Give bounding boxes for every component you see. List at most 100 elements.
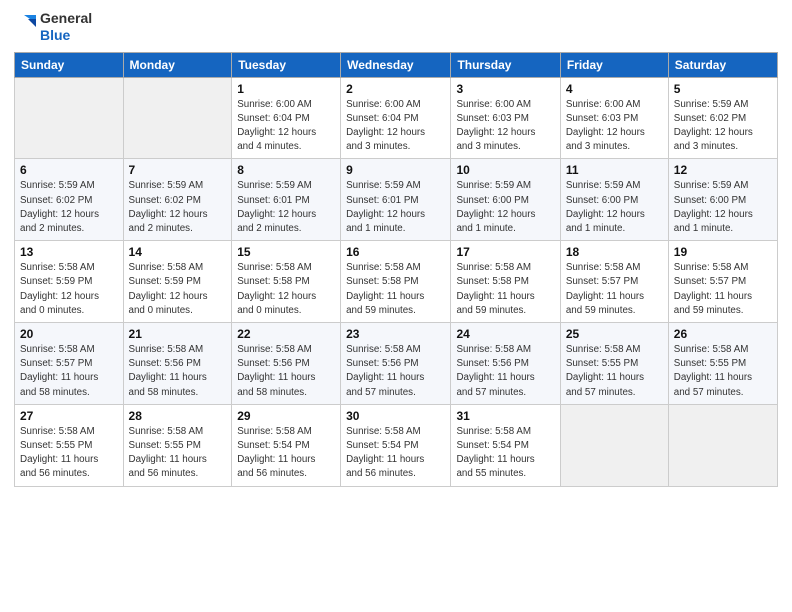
day-number: 14 [129,245,227,259]
logo-text: General Blue [40,10,92,44]
day-cell: 17Sunrise: 5:58 AM Sunset: 5:58 PM Dayli… [451,241,560,323]
day-number: 3 [456,82,554,96]
day-number: 4 [566,82,663,96]
day-info: Sunrise: 5:59 AM Sunset: 6:02 PM Dayligh… [20,179,118,236]
calendar-table: SundayMondayTuesdayWednesdayThursdayFrid… [14,52,778,487]
day-cell: 21 Sunrise: 5:58 AM Sunset: 5:56 PM Dayli… [123,323,232,405]
day-number: 29 [237,409,335,423]
day-number: 30 [346,409,445,423]
day-info: Sunrise: 5:58 AM Sunset: 5:57 PM Dayligh… [566,261,663,318]
day-cell: 2 Sunrise: 6:00 AM Sunset: 6:04 PM Daylig… [341,77,451,159]
header: General Blue [14,10,778,44]
day-info: Sunrise: 5:58 AM Sunset: 5:56 PM Dayligh… [237,343,335,400]
day-cell: 14 Sunrise: 5:58 AM Sunset: 5:59 PM Dayli… [123,241,232,323]
day-cell [560,404,668,486]
day-number: 19 [674,245,772,259]
day-number: 17 [456,245,554,259]
day-number: 10 [456,163,554,177]
day-info: Sunrise: 5:58 AM Sunset: 5:56 PM Dayligh… [129,343,227,400]
day-info: Sunrise: 5:59 AM Sunset: 6:02 PM Dayligh… [674,98,772,155]
day-cell: 15 Sunrise: 5:58 AM Sunset: 5:58 PM Dayli… [232,241,341,323]
day-number: 15 [237,245,335,259]
day-cell: 4 Sunrise: 6:00 AM Sunset: 6:03 PM Daylig… [560,77,668,159]
day-info: Sunrise: 6:00 AM Sunset: 6:04 PM Dayligh… [237,98,335,155]
day-number: 23 [346,327,445,341]
day-info: Sunrise: 6:00 AM Sunset: 6:03 PM Dayligh… [456,98,554,155]
week-row-4: 20 Sunrise: 5:58 AM Sunset: 5:57 PM Dayli… [15,323,778,405]
day-info: Sunrise: 6:00 AM Sunset: 6:03 PM Dayligh… [566,98,663,155]
day-cell: 25Sunrise: 5:58 AM Sunset: 5:55 PM Dayli… [560,323,668,405]
day-number: 20 [20,327,118,341]
day-cell: 20 Sunrise: 5:58 AM Sunset: 5:57 PM Dayli… [15,323,124,405]
day-info: Sunrise: 5:59 AM Sunset: 6:01 PM Dayligh… [346,179,445,236]
day-number: 11 [566,163,663,177]
day-number: 2 [346,82,445,96]
day-info: Sunrise: 5:59 AM Sunset: 6:00 PM Dayligh… [674,179,772,236]
day-number: 1 [237,82,335,96]
day-number: 27 [20,409,118,423]
week-row-3: 13Sunrise: 5:58 AM Sunset: 5:59 PM Dayli… [15,241,778,323]
logo-bird-icon [14,11,36,43]
day-info: Sunrise: 5:58 AM Sunset: 5:55 PM Dayligh… [129,425,227,482]
col-header-tuesday: Tuesday [232,52,341,77]
day-cell: 1 Sunrise: 6:00 AM Sunset: 6:04 PM Daylig… [232,77,341,159]
day-number: 21 [129,327,227,341]
day-info: Sunrise: 5:59 AM Sunset: 6:00 PM Dayligh… [456,179,554,236]
day-number: 31 [456,409,554,423]
day-info: Sunrise: 5:58 AM Sunset: 5:54 PM Dayligh… [346,425,445,482]
day-number: 22 [237,327,335,341]
day-cell [15,77,124,159]
day-number: 5 [674,82,772,96]
logo-container: General Blue [14,10,92,44]
day-info: Sunrise: 5:58 AM Sunset: 5:54 PM Dayligh… [456,425,554,482]
day-number: 6 [20,163,118,177]
day-number: 24 [456,327,554,341]
day-cell: 26 Sunrise: 5:58 AM Sunset: 5:55 PM Dayli… [668,323,777,405]
day-info: Sunrise: 5:58 AM Sunset: 5:55 PM Dayligh… [674,343,772,400]
day-cell: 13Sunrise: 5:58 AM Sunset: 5:59 PM Dayli… [15,241,124,323]
day-info: Sunrise: 5:58 AM Sunset: 5:56 PM Dayligh… [346,343,445,400]
day-info: Sunrise: 5:58 AM Sunset: 5:59 PM Dayligh… [129,261,227,318]
day-cell: 29 Sunrise: 5:58 AM Sunset: 5:54 PM Dayli… [232,404,341,486]
calendar-header-row: SundayMondayTuesdayWednesdayThursdayFrid… [15,52,778,77]
day-cell: 18 Sunrise: 5:58 AM Sunset: 5:57 PM Dayli… [560,241,668,323]
day-info: Sunrise: 5:58 AM Sunset: 5:58 PM Dayligh… [346,261,445,318]
day-cell: 7Sunrise: 5:59 AM Sunset: 6:02 PM Daylig… [123,159,232,241]
day-info: Sunrise: 5:58 AM Sunset: 5:56 PM Dayligh… [456,343,554,400]
day-cell: 30 Sunrise: 5:58 AM Sunset: 5:54 PM Dayli… [341,404,451,486]
day-info: Sunrise: 5:59 AM Sunset: 6:00 PM Dayligh… [566,179,663,236]
day-cell: 5 Sunrise: 5:59 AM Sunset: 6:02 PM Daylig… [668,77,777,159]
day-info: Sunrise: 5:58 AM Sunset: 5:55 PM Dayligh… [20,425,118,482]
day-info: Sunrise: 5:58 AM Sunset: 5:57 PM Dayligh… [20,343,118,400]
day-cell: 10 Sunrise: 5:59 AM Sunset: 6:00 PM Dayli… [451,159,560,241]
col-header-sunday: Sunday [15,52,124,77]
day-cell: 19 Sunrise: 5:58 AM Sunset: 5:57 PM Dayli… [668,241,777,323]
day-cell: 11 Sunrise: 5:59 AM Sunset: 6:00 PM Dayli… [560,159,668,241]
day-info: Sunrise: 5:58 AM Sunset: 5:57 PM Dayligh… [674,261,772,318]
day-number: 26 [674,327,772,341]
day-number: 8 [237,163,335,177]
day-number: 18 [566,245,663,259]
day-cell: 8Sunrise: 5:59 AM Sunset: 6:01 PM Daylig… [232,159,341,241]
day-info: Sunrise: 6:00 AM Sunset: 6:04 PM Dayligh… [346,98,445,155]
day-info: Sunrise: 5:58 AM Sunset: 5:58 PM Dayligh… [237,261,335,318]
day-cell: 9Sunrise: 5:59 AM Sunset: 6:01 PM Daylig… [341,159,451,241]
day-cell: 23 Sunrise: 5:58 AM Sunset: 5:56 PM Dayli… [341,323,451,405]
day-cell [668,404,777,486]
day-info: Sunrise: 5:58 AM Sunset: 5:54 PM Dayligh… [237,425,335,482]
day-cell: 27 Sunrise: 5:58 AM Sunset: 5:55 PM Dayli… [15,404,124,486]
day-number: 7 [129,163,227,177]
day-number: 28 [129,409,227,423]
day-cell: 28 Sunrise: 5:58 AM Sunset: 5:55 PM Dayli… [123,404,232,486]
day-number: 12 [674,163,772,177]
day-info: Sunrise: 5:58 AM Sunset: 5:59 PM Dayligh… [20,261,118,318]
col-header-thursday: Thursday [451,52,560,77]
col-header-monday: Monday [123,52,232,77]
week-row-2: 6 Sunrise: 5:59 AM Sunset: 6:02 PM Daylig… [15,159,778,241]
day-cell: 6 Sunrise: 5:59 AM Sunset: 6:02 PM Daylig… [15,159,124,241]
page: General Blue SundayMondayTuesdayWednesda… [0,0,792,612]
day-cell [123,77,232,159]
col-header-saturday: Saturday [668,52,777,77]
day-number: 16 [346,245,445,259]
day-number: 25 [566,327,663,341]
